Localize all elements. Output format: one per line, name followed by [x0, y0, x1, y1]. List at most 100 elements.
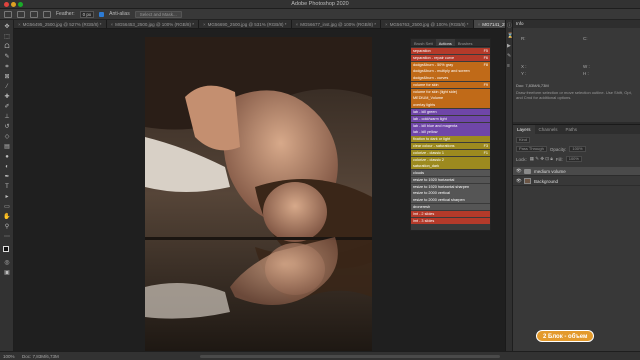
- action-shortcut: F9: [483, 82, 488, 87]
- add-to-selection-icon[interactable]: [30, 10, 38, 18]
- eyedropper-tool-icon[interactable]: ⁄: [3, 84, 11, 91]
- clone-stamp-tool-icon[interactable]: ⊥: [3, 114, 11, 121]
- move-tool-icon[interactable]: ✥: [3, 24, 11, 31]
- gradient-tool-icon[interactable]: ▤: [3, 144, 11, 151]
- doc-size[interactable]: Doc: 7,83M/6,73M: [22, 354, 59, 359]
- horizontal-scrollbar[interactable]: [200, 355, 500, 358]
- action-button[interactable]: lmt - 2 slides: [411, 210, 490, 217]
- action-button[interactable]: fixation to dark or light: [411, 136, 490, 143]
- pen-tool-icon[interactable]: ✒: [3, 174, 11, 181]
- close-tab-icon[interactable]: ×: [203, 22, 206, 27]
- action-button[interactable]: volume for skin F9: [411, 81, 490, 89]
- screen-mode-icon[interactable]: ▣: [3, 270, 11, 277]
- action-button[interactable]: separation F5: [411, 48, 490, 55]
- document-tab[interactable]: × MG56677_inst.jpg @ 100% (RGB/8) *: [291, 20, 382, 28]
- action-button[interactable]: resize to 2000 vertical sharpen: [411, 197, 490, 204]
- quick-select-tool-icon[interactable]: ✎: [3, 54, 11, 61]
- actions-panel-tab[interactable]: Actions: [435, 39, 455, 46]
- actions-panel-icon[interactable]: ▶: [507, 44, 512, 49]
- type-tool-icon[interactable]: T: [3, 184, 11, 191]
- dodge-tool-icon[interactable]: ◐: [3, 164, 11, 171]
- layers-panel-tab[interactable]: Layers: [513, 125, 535, 134]
- action-button[interactable]: MEDIUM_Volume: [411, 95, 490, 102]
- history-brush-tool-icon[interactable]: ↺: [3, 124, 11, 131]
- shape-tool-icon[interactable]: ▭: [3, 204, 11, 211]
- action-button[interactable]: separation - repair curve F6: [411, 54, 490, 61]
- action-button[interactable]: colorize - classic 1 F1: [411, 149, 490, 156]
- select-and-mask-button[interactable]: Select and Mask...: [134, 10, 182, 18]
- history-panel-icon[interactable]: ⌛: [507, 34, 513, 39]
- action-button[interactable]: overlay lights: [411, 102, 490, 109]
- layer-row[interactable]: 👁︎ medium volume: [513, 167, 640, 176]
- action-button[interactable]: resize to 1920 horizontal sharpen: [411, 183, 490, 190]
- hand-tool-icon[interactable]: ✋: [3, 214, 11, 221]
- anti-alias-label: Anti-alias: [109, 11, 130, 17]
- visibility-eye-icon[interactable]: 👁︎: [516, 168, 522, 174]
- action-button[interactable]: lab - kill blue and magenta: [411, 122, 490, 129]
- foreground-color-swatch[interactable]: [3, 246, 9, 252]
- layer-kind-filter[interactable]: Kind: [516, 137, 531, 143]
- document-photo[interactable]: [145, 37, 372, 351]
- close-tab-icon[interactable]: ×: [478, 22, 481, 27]
- close-tab-icon[interactable]: ×: [296, 22, 299, 27]
- action-button[interactable]: resize to 2000 vertical: [411, 190, 490, 197]
- opacity-input[interactable]: 100%: [569, 146, 586, 152]
- zoom-level[interactable]: 100%: [3, 354, 15, 359]
- frame-tool-icon[interactable]: ⊠: [3, 74, 11, 81]
- lasso-tool-preset-icon[interactable]: [4, 10, 12, 18]
- document-tab[interactable]: × MG56495_2500.jpg @ 527% (RGB/8) *: [14, 20, 107, 28]
- blur-tool-icon[interactable]: ●: [3, 154, 11, 161]
- feather-input[interactable]: 0 px: [79, 10, 95, 18]
- action-button[interactable]: dodge&burn - multiply and screen: [411, 68, 490, 75]
- action-button[interactable]: volume for skin (light side): [411, 88, 490, 95]
- close-tab-icon[interactable]: ×: [18, 22, 21, 27]
- blend-mode-select[interactable]: Pass Through: [516, 146, 547, 152]
- action-button[interactable]: lmt - 3 slides: [411, 217, 490, 224]
- layer-row[interactable]: 👁︎ Background: [513, 177, 640, 186]
- action-button[interactable]: lab - kill yellow: [411, 129, 490, 136]
- quick-mask-icon[interactable]: ◎: [3, 260, 11, 267]
- actions-panel-tab[interactable]: Brushes: [455, 39, 476, 46]
- action-button[interactable]: lab - cold/warm light: [411, 115, 490, 122]
- action-button[interactable]: resize to 1920 horizontal: [411, 176, 490, 184]
- actions-panel-tab[interactable]: Brush Sett: [411, 39, 436, 46]
- action-button[interactable]: clouds: [411, 170, 490, 177]
- lasso-tool-icon[interactable]: ᗝ: [3, 44, 11, 51]
- lock-icons[interactable]: ▦ ✎ ✥ ⊡ 🔒︎: [530, 156, 553, 162]
- more-tools-icon[interactable]: ⋯: [3, 234, 11, 241]
- action-button[interactable]: saturation_dark: [411, 163, 490, 170]
- anti-alias-checkbox[interactable]: [99, 11, 105, 17]
- layers-panel-tab[interactable]: Paths: [562, 125, 582, 134]
- new-selection-icon[interactable]: [17, 10, 25, 18]
- canvas-area[interactable]: Brush Sett Actions Brushes separation F5 sep…: [14, 29, 505, 351]
- crop-tool-icon[interactable]: ⌗: [3, 64, 11, 71]
- action-button[interactable]: colorize - classic 2: [411, 156, 490, 163]
- document-tab[interactable]: ×MG7141_2500.jpg @ 100% (medium volume, …: [473, 20, 505, 28]
- properties-panel-icon[interactable]: ≡: [507, 64, 512, 69]
- action-button[interactable]: lab - kill green: [411, 109, 490, 116]
- action-label: colorize - classic 2: [413, 157, 445, 162]
- document-tab[interactable]: × MG56763_2500.jpg @ 100% (RGB/8) *: [381, 20, 474, 28]
- action-label: clouds: [413, 171, 424, 176]
- action-button[interactable]: dodge&burn - curves: [411, 75, 490, 82]
- fill-input[interactable]: 100%: [565, 156, 582, 162]
- action-button[interactable]: clear colour - saturations F3: [411, 142, 490, 150]
- feather-label: Feather:: [56, 11, 75, 17]
- marquee-tool-icon[interactable]: ⬚: [3, 34, 11, 41]
- visibility-eye-icon[interactable]: 👁︎: [516, 178, 522, 184]
- healing-brush-tool-icon[interactable]: ✚: [3, 94, 11, 101]
- zoom-tool-icon[interactable]: ⚲: [3, 224, 11, 231]
- close-tab-icon[interactable]: ×: [385, 22, 388, 27]
- close-tab-icon[interactable]: ×: [111, 22, 114, 27]
- layers-panel-tab[interactable]: Channels: [535, 125, 562, 134]
- subtract-selection-icon[interactable]: [43, 10, 51, 18]
- action-button[interactable]: droneresh: [411, 203, 490, 211]
- action-button[interactable]: dodge&burn - 50% gray F8: [411, 61, 490, 68]
- document-tab[interactable]: × MG56453_2500.jpg @ 100% (RGB/8) *: [106, 20, 200, 28]
- brushes-panel-icon[interactable]: ✎: [507, 54, 512, 59]
- document-tab[interactable]: × MG56690_2500.jpg @ 531% (RGB/8) *: [199, 20, 292, 28]
- brush-tool-icon[interactable]: ✐: [3, 104, 11, 111]
- eraser-tool-icon[interactable]: ◇: [3, 134, 11, 141]
- path-selection-tool-icon[interactable]: ▸: [3, 194, 11, 201]
- info-panel-icon[interactable]: ⓘ: [507, 24, 512, 29]
